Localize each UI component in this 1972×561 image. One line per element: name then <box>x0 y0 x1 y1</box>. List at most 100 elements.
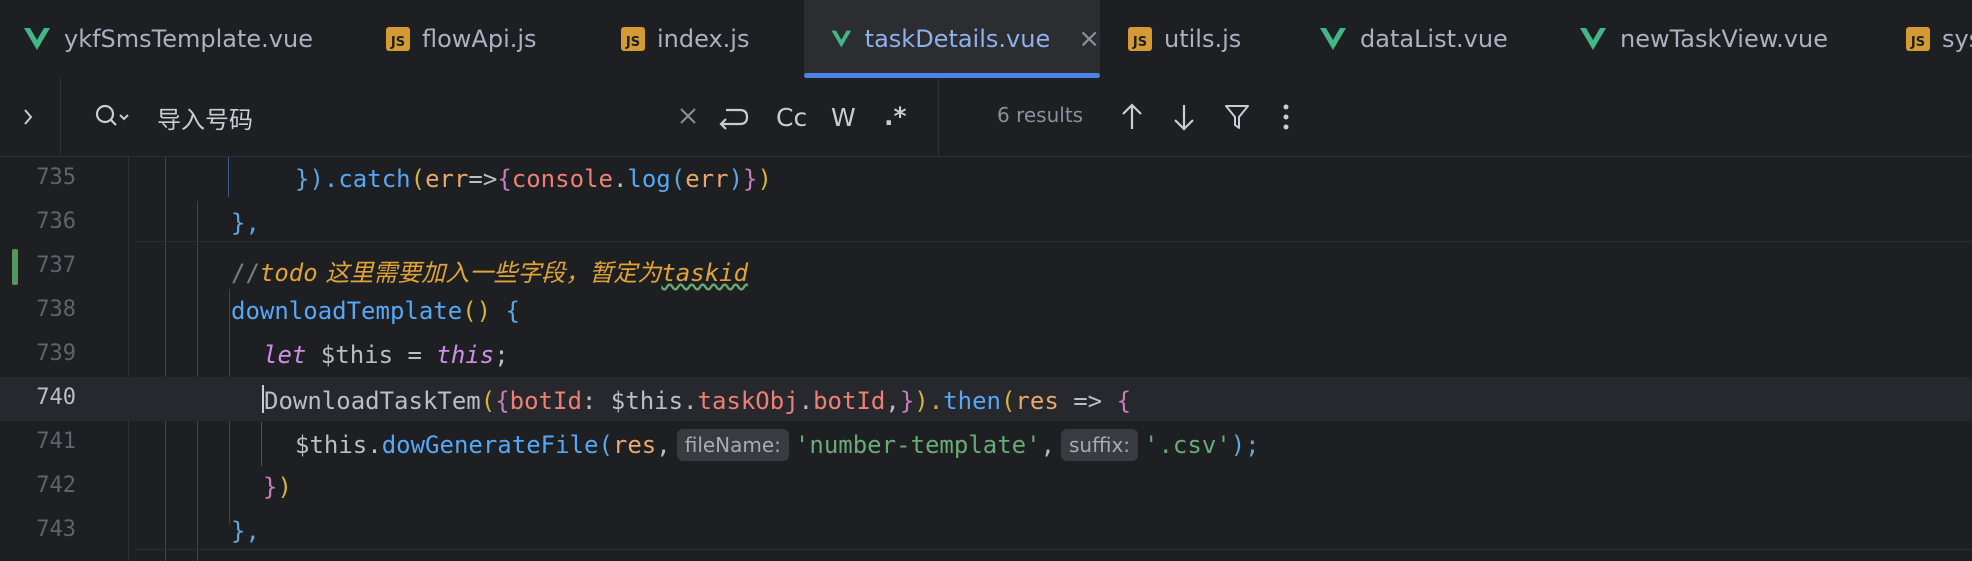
code-line[interactable]: 739 let $this = this; <box>0 333 1972 377</box>
previous-occurrence-icon[interactable] <box>1120 102 1144 132</box>
token: dowGenerateFile <box>381 431 599 459</box>
line-number: 737 <box>36 253 76 278</box>
find-bar: Cc W .* 6 results <box>0 78 1972 157</box>
token: console <box>511 165 613 193</box>
token: ); <box>1230 431 1260 459</box>
line-number: 738 <box>36 297 76 322</box>
token: ) <box>728 165 744 193</box>
code-text: }) <box>263 473 292 501</box>
divider <box>938 78 939 156</box>
token: 这里需要加入一些字段，暂定为 <box>317 259 662 287</box>
expand-replace-chevron-icon[interactable] <box>20 104 36 130</box>
tab-label: ykfSmsTemplate.vue <box>64 25 313 53</box>
token: , <box>885 387 900 415</box>
code-text: downloadTemplate() { <box>231 297 520 325</box>
token: } <box>899 387 915 415</box>
tab-utils[interactable]: JS utils.js <box>1128 0 1241 78</box>
vue-icon <box>1580 28 1606 50</box>
parameter-hint: fileName: <box>676 429 789 461</box>
tab-flowapi[interactable]: JS flowApi.js <box>386 0 537 78</box>
token: botId <box>813 387 886 415</box>
token: ) <box>277 473 292 501</box>
code-line[interactable]: 737 //todo 这里需要加入一些字段，暂定为taskid <box>0 245 1972 289</box>
token: taskObj <box>697 387 799 415</box>
tab-index[interactable]: JS index.js <box>621 0 749 78</box>
vue-icon <box>24 28 50 50</box>
tab-label: utils.js <box>1164 25 1242 53</box>
token: ( <box>598 431 613 459</box>
token: () <box>462 297 506 325</box>
token: } <box>743 165 758 193</box>
search-input[interactable] <box>155 96 659 138</box>
token: { <box>495 387 510 415</box>
token: { <box>497 165 512 193</box>
close-icon[interactable]: × <box>1078 24 1100 54</box>
token: res <box>1015 387 1059 415</box>
tab-taskdetails[interactable]: taskDetails.vue × <box>804 0 1100 78</box>
code-line[interactable]: 735 }).catch(err=>{console.log(err)}) <box>0 157 1972 201</box>
line-number: 740 <box>36 385 76 410</box>
code-line[interactable]: 742 }) <box>0 465 1972 509</box>
tab-label: taskDetails.vue <box>864 25 1051 53</box>
more-options-icon[interactable] <box>1280 102 1292 132</box>
token: taskid <box>661 259 749 287</box>
code-text: }).catch(err=>{console.log(err)}) <box>295 165 772 193</box>
token: => <box>1058 387 1117 415</box>
js-icon: JS <box>621 27 645 51</box>
token: ( <box>410 165 426 193</box>
token: err <box>685 165 729 193</box>
code-text: $this.dowGenerateFile(res, fileName:'numb… <box>295 429 1260 461</box>
filter-icon[interactable] <box>1224 102 1250 132</box>
new-line-icon[interactable] <box>716 102 750 132</box>
code-editor[interactable]: 735 }).catch(err=>{console.log(err)}) 73… <box>0 157 1972 561</box>
vue-icon <box>1320 28 1346 50</box>
token: 'number-template' <box>794 431 1041 459</box>
line-number: 736 <box>36 209 76 234</box>
token: ) <box>757 165 772 193</box>
token: }, <box>231 209 260 237</box>
search-history-icon[interactable] <box>94 102 130 132</box>
results-count: 6 results <box>997 103 1084 127</box>
code-line[interactable]: 736 }, <box>0 201 1972 245</box>
code-text: let $this = this; <box>263 341 509 369</box>
token: }, <box>231 517 260 545</box>
token: // <box>231 259 260 287</box>
divider <box>60 78 61 156</box>
regex-toggle[interactable]: .* <box>884 102 907 131</box>
js-icon: JS <box>1128 27 1152 51</box>
line-number: 735 <box>36 165 76 190</box>
token: . <box>612 165 628 193</box>
code-line[interactable]: 741 $this.dowGenerateFile(res, fileName: '… <box>0 421 1972 465</box>
token: ). <box>914 387 944 415</box>
next-occurrence-icon[interactable] <box>1172 102 1196 132</box>
clear-icon[interactable] <box>678 106 698 126</box>
token: this <box>436 341 495 369</box>
code-line[interactable]: 743 }, <box>0 509 1972 553</box>
tab-label: dataList.vue <box>1360 25 1508 53</box>
words-toggle[interactable]: W <box>831 103 856 132</box>
token: res <box>612 431 657 459</box>
js-icon: JS <box>1906 27 1930 51</box>
token: log <box>627 165 671 193</box>
match-case-toggle[interactable]: Cc <box>776 103 807 132</box>
token: '.csv' <box>1144 431 1231 459</box>
code-line[interactable]: 738 downloadTemplate() { <box>0 289 1972 333</box>
current-code-line[interactable]: 740 DownloadTaskTem({botId: $this.taskOb… <box>0 377 1972 421</box>
tab-datalist[interactable]: dataList.vue <box>1318 0 1508 78</box>
code-text: DownloadTaskTem({botId: $this.taskObj.bo… <box>262 385 1131 415</box>
tab-sys[interactable]: JS sys <box>1906 0 1972 78</box>
tab-label: index.js <box>657 25 750 53</box>
token: $this. <box>295 431 382 459</box>
line-number: 743 <box>36 517 76 542</box>
token: $this = <box>306 341 437 369</box>
code-text: //todo 这里需要加入一些字段，暂定为taskid <box>231 253 748 288</box>
tab-label: newTaskView.vue <box>1620 25 1828 53</box>
token: => <box>468 165 498 193</box>
token: todo <box>259 259 318 287</box>
token: . <box>798 387 814 415</box>
tab-ykfsmstemplate[interactable]: ykfSmsTemplate.vue <box>22 0 313 78</box>
code-text: }, <box>231 209 260 237</box>
tab-newtaskview[interactable]: newTaskView.vue <box>1578 0 1828 78</box>
token: { <box>1116 387 1132 415</box>
token: ( <box>480 387 496 415</box>
